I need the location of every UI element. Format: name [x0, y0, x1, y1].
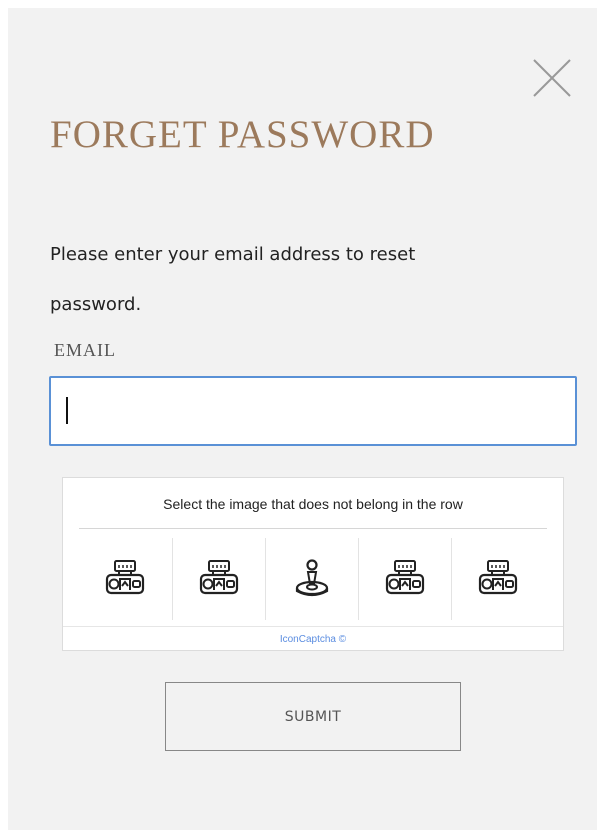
email-label: EMAIL — [54, 340, 116, 360]
camera-icon[interactable] — [79, 538, 171, 620]
camera-icon-glyph — [105, 559, 145, 599]
camera-icon-glyph — [385, 559, 425, 599]
camera-icon-glyph — [478, 559, 518, 599]
forget-password-modal: FORGET PASSWORD Please enter your email … — [8, 8, 597, 830]
text-caret — [66, 397, 68, 424]
close-icon[interactable] — [532, 58, 572, 98]
captcha-instruction: Select the image that does not belong in… — [79, 478, 547, 529]
camera-icon-glyph — [199, 559, 239, 599]
captcha-credit-link[interactable]: IconCaptcha © — [63, 626, 563, 652]
joystick-icon[interactable] — [266, 538, 358, 620]
instructions-text: Please enter your email address to reset… — [50, 244, 416, 315]
icon-captcha: Select the image that does not belong in… — [62, 477, 564, 651]
submit-button[interactable]: SUBMIT — [165, 682, 461, 751]
camera-icon[interactable] — [452, 538, 544, 620]
camera-icon[interactable] — [173, 538, 265, 620]
joystick-icon-glyph — [292, 559, 332, 599]
captcha-icon-row — [79, 538, 547, 626]
page-title: FORGET PASSWORD — [50, 113, 435, 156]
email-field[interactable] — [49, 376, 577, 446]
camera-icon[interactable] — [359, 538, 451, 620]
